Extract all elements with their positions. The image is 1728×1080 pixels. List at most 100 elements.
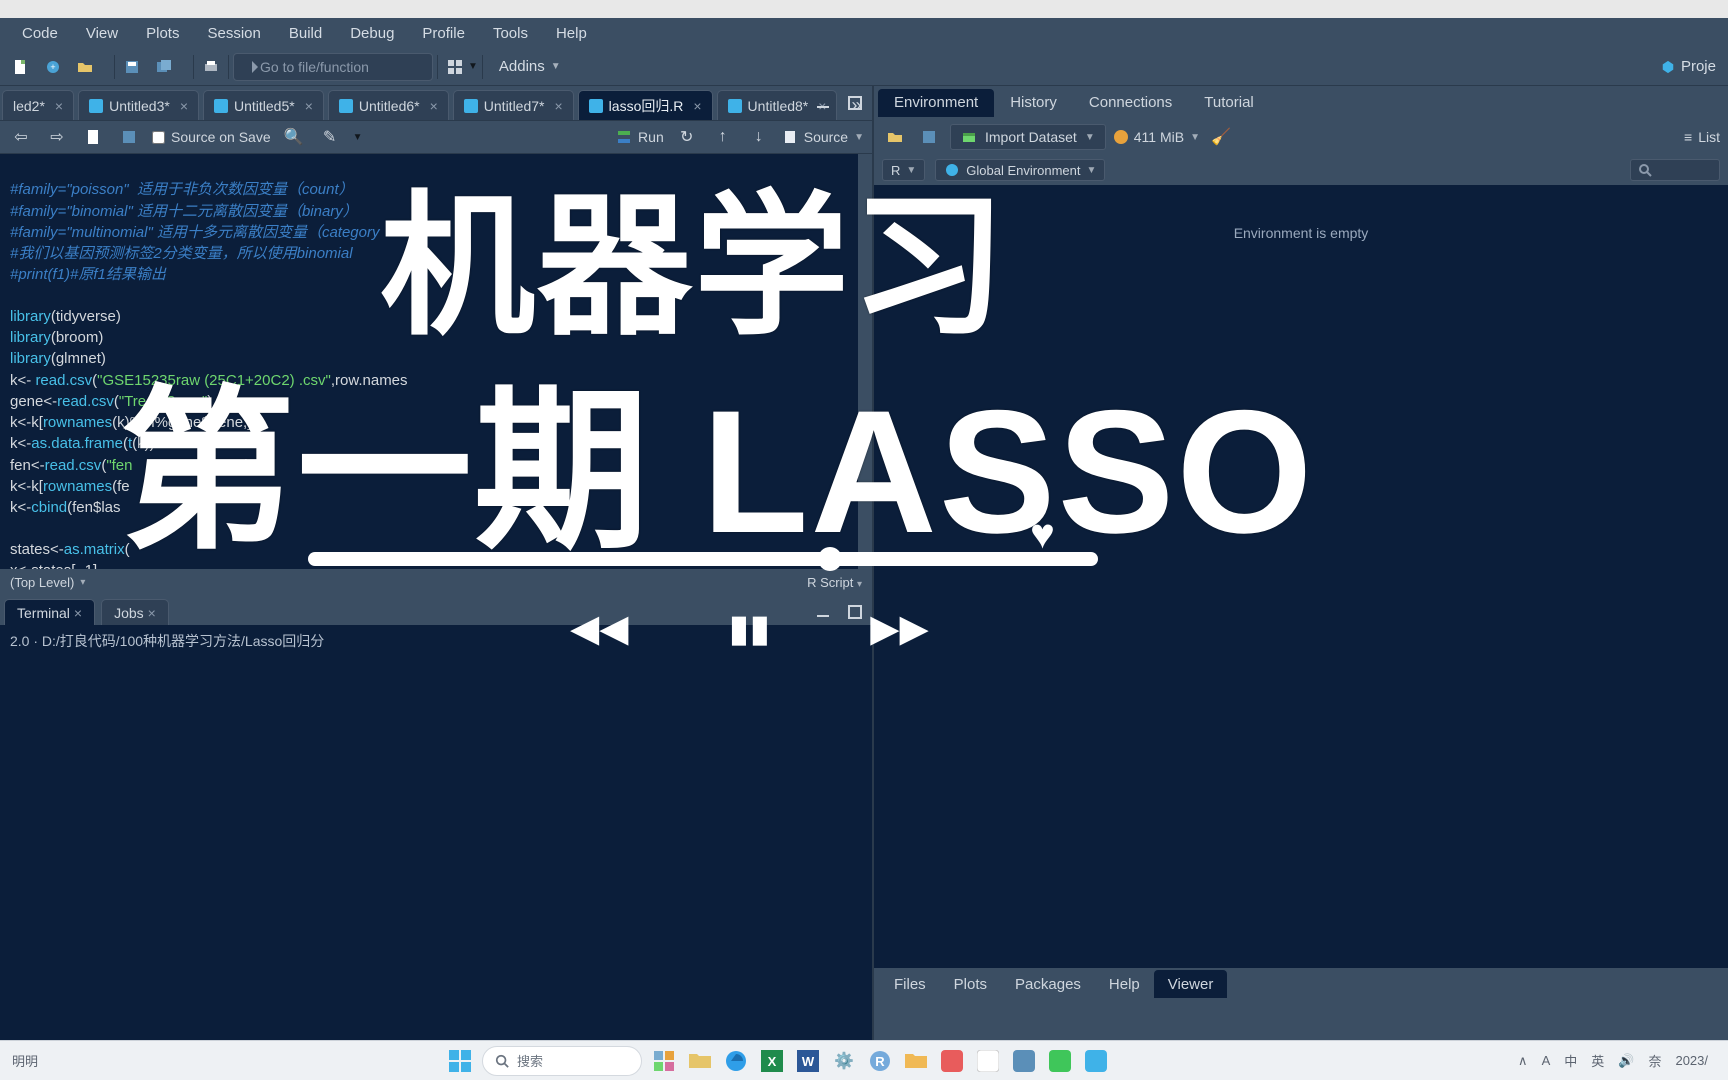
new-file-icon[interactable] bbox=[8, 54, 34, 80]
close-icon[interactable]: × bbox=[689, 98, 701, 114]
svg-text:R: R bbox=[875, 1054, 885, 1069]
close-icon[interactable]: × bbox=[176, 98, 188, 114]
wand-icon[interactable]: ✎ bbox=[317, 124, 343, 150]
minimize-pane-icon[interactable] bbox=[810, 90, 836, 116]
tab-lasso[interactable]: lasso回归.R× bbox=[578, 90, 713, 120]
tray-volume-icon[interactable]: 🔊 bbox=[1618, 1053, 1634, 1069]
goto-file-placeholder: Go to file/function bbox=[260, 59, 369, 75]
addins-dropdown[interactable]: Addins ▼ bbox=[487, 54, 573, 79]
show-doc-icon[interactable] bbox=[80, 124, 106, 150]
tray-date[interactable]: 2023/ bbox=[1675, 1053, 1708, 1068]
tab-led2[interactable]: led2*× bbox=[2, 90, 74, 120]
up-section-icon[interactable]: ↑ bbox=[710, 124, 736, 150]
broom-icon[interactable]: 🧹 bbox=[1208, 124, 1234, 150]
tray-wifi-icon[interactable]: 奈 bbox=[1648, 1051, 1661, 1070]
scrollbar[interactable] bbox=[858, 154, 872, 569]
tray-ime-cn-icon[interactable]: 中 bbox=[1564, 1051, 1577, 1070]
taskbar-settings-icon[interactable]: ⚙️ bbox=[830, 1047, 858, 1075]
save-icon[interactable] bbox=[119, 54, 145, 80]
maximize-pane-icon[interactable] bbox=[842, 599, 868, 625]
tab-untitled6[interactable]: Untitled6*× bbox=[328, 90, 449, 120]
console-tab-bar: Terminal × Jobs × bbox=[0, 595, 872, 625]
menu-code[interactable]: Code bbox=[8, 21, 72, 46]
env-search-input[interactable] bbox=[1630, 159, 1720, 181]
code-editor[interactable]: #family="poisson" 适用于非负次数因变量（count） #fam… bbox=[0, 154, 872, 569]
console-output[interactable]: 2.0 · D:/打良代码/100种机器学习方法/Lasso回归分 bbox=[0, 625, 872, 1040]
tab-untitled3[interactable]: Untitled3*× bbox=[78, 90, 199, 120]
tray-ime-en-icon[interactable]: 英 bbox=[1591, 1051, 1604, 1070]
tab-jobs[interactable]: Jobs × bbox=[101, 599, 169, 625]
tab-untitled5[interactable]: Untitled5*× bbox=[203, 90, 324, 120]
open-file-icon[interactable] bbox=[72, 54, 98, 80]
start-button[interactable] bbox=[446, 1047, 474, 1075]
menu-view[interactable]: View bbox=[72, 21, 132, 46]
taskbar-edge-icon[interactable] bbox=[722, 1047, 750, 1075]
viewer-toolbar bbox=[874, 1000, 1728, 1040]
taskbar-explorer-icon[interactable] bbox=[686, 1047, 714, 1075]
tab-environment[interactable]: Environment bbox=[878, 89, 994, 117]
back-nav-icon[interactable]: ⇦ bbox=[8, 124, 34, 150]
goto-file-input[interactable]: Go to file/function bbox=[233, 53, 433, 81]
tray-ime-a-icon[interactable]: A bbox=[1542, 1053, 1551, 1068]
menu-plots[interactable]: Plots bbox=[132, 21, 193, 46]
environment-scope-select[interactable]: Global Environment ▼ bbox=[935, 159, 1105, 181]
menu-build[interactable]: Build bbox=[275, 21, 336, 46]
menu-help[interactable]: Help bbox=[542, 21, 601, 46]
taskbar-wechat-icon[interactable] bbox=[1046, 1047, 1074, 1075]
tab-packages[interactable]: Packages bbox=[1001, 970, 1095, 998]
taskbar-folder-icon[interactable] bbox=[902, 1047, 930, 1075]
menu-debug[interactable]: Debug bbox=[336, 21, 408, 46]
tab-viewer[interactable]: Viewer bbox=[1154, 970, 1228, 998]
memory-indicator[interactable]: 411 MiB ▼ bbox=[1114, 129, 1200, 145]
language-scope-select[interactable]: R ▼ bbox=[882, 159, 925, 181]
tab-untitled7[interactable]: Untitled7*× bbox=[453, 90, 574, 120]
import-dataset-dropdown[interactable]: Import Dataset ▼ bbox=[950, 124, 1106, 150]
source-on-save-checkbox[interactable]: Source on Save bbox=[152, 129, 271, 145]
taskbar-excel-icon[interactable]: X bbox=[758, 1047, 786, 1075]
taskbar-widgets-icon[interactable] bbox=[650, 1047, 678, 1075]
tab-connections[interactable]: Connections bbox=[1073, 89, 1188, 117]
tab-tutorial[interactable]: Tutorial bbox=[1188, 89, 1269, 117]
down-section-icon[interactable]: ↓ bbox=[746, 124, 772, 150]
system-tray[interactable]: ∧ A 中 英 🔊 奈 2023/ bbox=[1518, 1051, 1716, 1070]
file-type-indicator[interactable]: R Script ▾ bbox=[807, 575, 862, 590]
load-workspace-icon[interactable] bbox=[882, 124, 908, 150]
env-empty-label: Environment is empty bbox=[1234, 225, 1369, 241]
run-button[interactable]: Run bbox=[616, 129, 664, 145]
source-button[interactable]: Source ▼ bbox=[782, 129, 864, 145]
taskbar-app1-icon[interactable] bbox=[938, 1047, 966, 1075]
find-icon[interactable]: 🔍 bbox=[281, 124, 307, 150]
minimize-pane-icon[interactable] bbox=[810, 599, 836, 625]
save-file-icon[interactable] bbox=[116, 124, 142, 150]
grid-icon[interactable] bbox=[442, 54, 468, 80]
taskbar-rstudio-icon[interactable]: R bbox=[866, 1047, 894, 1075]
list-view-toggle[interactable]: ≡ List bbox=[1684, 129, 1720, 145]
menu-tools[interactable]: Tools bbox=[479, 21, 542, 46]
print-icon[interactable] bbox=[198, 54, 224, 80]
close-icon[interactable]: × bbox=[51, 98, 63, 114]
tray-overflow-icon[interactable]: ∧ bbox=[1518, 1053, 1528, 1069]
rerun-icon[interactable]: ↻ bbox=[674, 124, 700, 150]
close-icon[interactable]: × bbox=[426, 98, 438, 114]
tab-history[interactable]: History bbox=[994, 89, 1073, 117]
project-indicator[interactable]: Proje bbox=[1661, 58, 1720, 75]
close-icon[interactable]: × bbox=[550, 98, 562, 114]
save-workspace-icon[interactable] bbox=[916, 124, 942, 150]
tab-files[interactable]: Files bbox=[880, 970, 940, 998]
menu-session[interactable]: Session bbox=[193, 21, 274, 46]
taskbar-app3-icon[interactable] bbox=[1010, 1047, 1038, 1075]
taskbar-word-icon[interactable]: W bbox=[794, 1047, 822, 1075]
tab-help-pane[interactable]: Help bbox=[1095, 970, 1154, 998]
new-project-icon[interactable]: + bbox=[40, 54, 66, 80]
close-icon[interactable]: × bbox=[301, 98, 313, 114]
tab-terminal[interactable]: Terminal × bbox=[4, 599, 95, 625]
save-all-icon[interactable] bbox=[151, 54, 177, 80]
tab-plots[interactable]: Plots bbox=[940, 970, 1001, 998]
menu-profile[interactable]: Profile bbox=[408, 21, 479, 46]
maximize-pane-icon[interactable] bbox=[842, 90, 868, 116]
taskbar-search[interactable]: 搜索 bbox=[482, 1046, 642, 1076]
scope-indicator[interactable]: (Top Level) bbox=[10, 575, 74, 590]
taskbar-app4-icon[interactable] bbox=[1082, 1047, 1110, 1075]
taskbar-app2-icon[interactable] bbox=[974, 1047, 1002, 1075]
forward-nav-icon[interactable]: ⇨ bbox=[44, 124, 70, 150]
